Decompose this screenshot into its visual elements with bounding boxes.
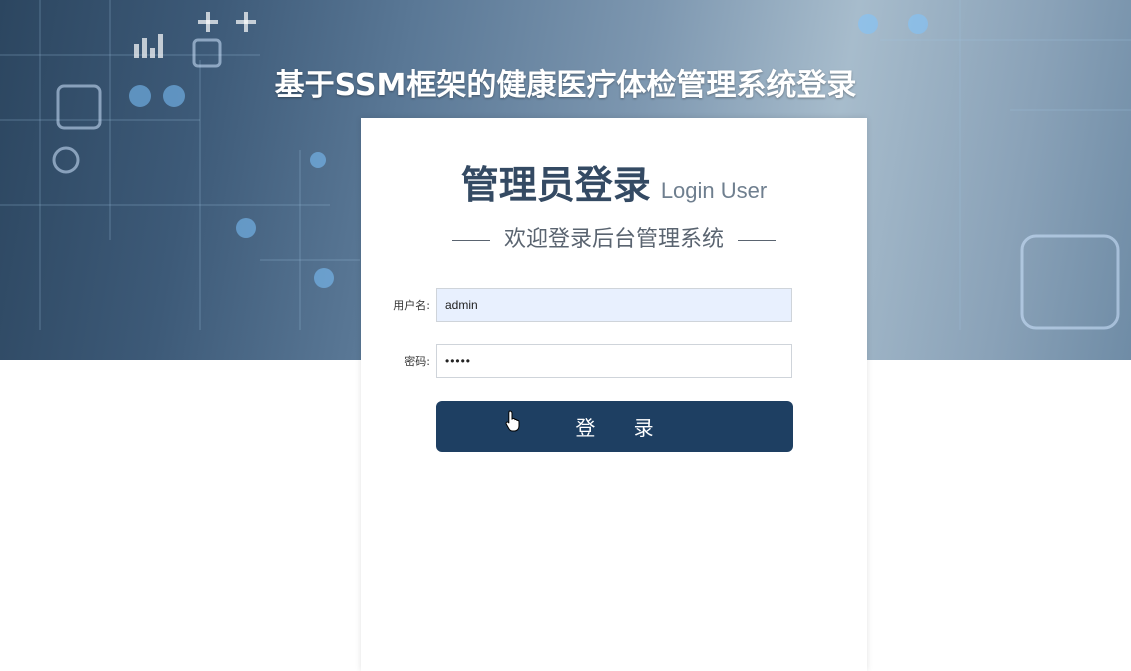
divider-left xyxy=(451,239,490,241)
username-input[interactable] xyxy=(436,288,792,322)
username-label: 用户名: xyxy=(393,299,430,312)
username-row: 用户名: xyxy=(361,288,867,322)
password-row: 密码: xyxy=(361,344,867,378)
password-input[interactable] xyxy=(436,344,792,378)
password-label: 密码: xyxy=(404,355,430,368)
hand-pointer-cursor-icon xyxy=(505,410,520,432)
panel-heading: 管理员登录 Login User xyxy=(361,154,867,209)
login-panel: 管理员登录 Login User 欢迎登录后台管理系统 用户名: 密码: 登 录 xyxy=(361,118,867,671)
panel-heading-title: 管理员登录 xyxy=(460,163,651,207)
welcome-text-row: 欢迎登录后台管理系统 xyxy=(361,221,867,253)
divider-right xyxy=(738,239,776,241)
login-button[interactable]: 登 录 xyxy=(436,401,793,452)
panel-heading-subtitle: Login User xyxy=(660,178,768,203)
welcome-text: 欢迎登录后台管理系统 xyxy=(503,227,724,252)
site-title: 基于SSM框架的健康医疗体检管理系统登录 xyxy=(274,68,857,103)
